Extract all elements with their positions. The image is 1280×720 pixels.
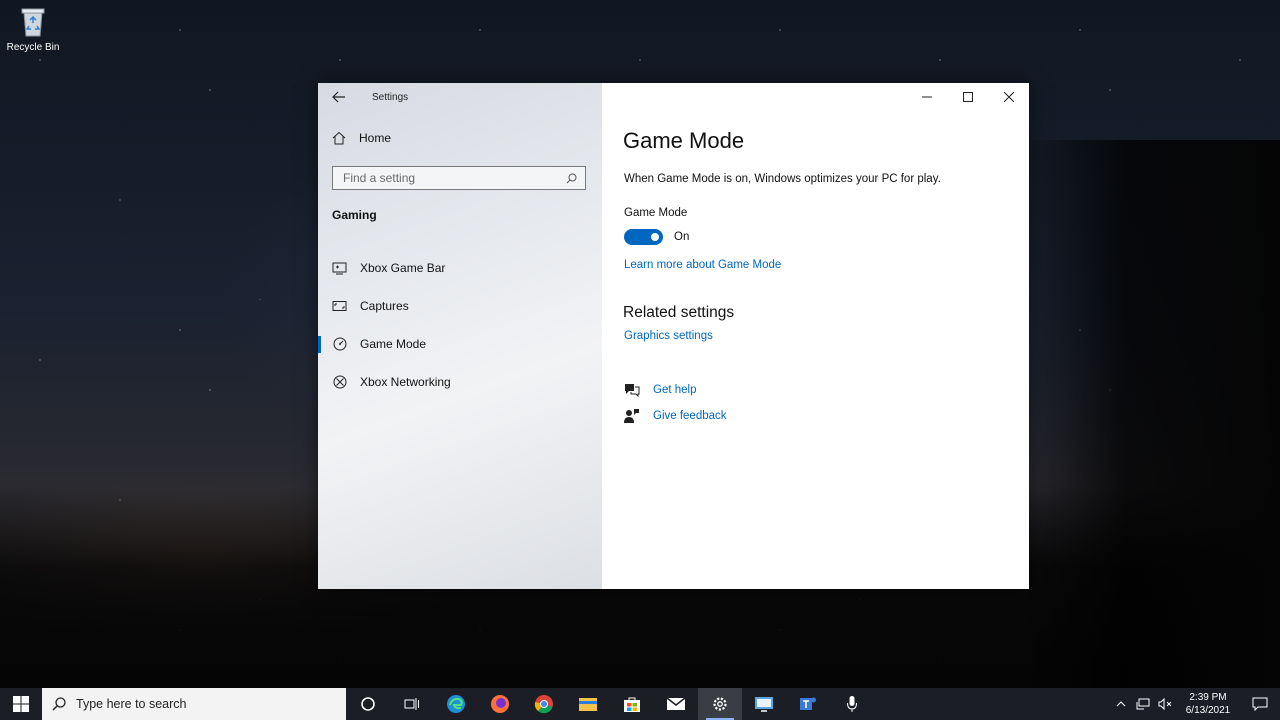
- give-feedback-icon: [624, 409, 639, 423]
- show-hidden-icons-button[interactable]: [1110, 688, 1132, 720]
- remote-desktop-button[interactable]: [742, 688, 786, 720]
- home-nav-item[interactable]: Home: [332, 131, 391, 145]
- store-icon: [624, 697, 640, 712]
- start-button[interactable]: [0, 688, 42, 720]
- teams-button[interactable]: [786, 688, 830, 720]
- settings-taskbar-button[interactable]: [698, 688, 742, 720]
- microphone-icon: [847, 696, 857, 712]
- recycle-bin-label: Recycle Bin: [6, 42, 60, 53]
- settings-sidebar: Settings Home Gaming Xbox Game Bar: [318, 83, 602, 589]
- taskbar-search-box[interactable]: Type here to search: [42, 688, 346, 720]
- microphone-button[interactable]: [830, 688, 874, 720]
- xbox-icon: [332, 375, 347, 390]
- learn-more-link[interactable]: Learn more about Game Mode: [624, 259, 781, 271]
- action-center-button[interactable]: [1240, 688, 1280, 720]
- network-button[interactable]: [1132, 688, 1154, 720]
- chrome-icon: [534, 695, 553, 714]
- file-explorer-icon: [579, 698, 597, 711]
- close-button[interactable]: [988, 83, 1029, 111]
- taskbar-search-placeholder: Type here to search: [76, 697, 187, 711]
- taskbar-clock[interactable]: 2:39 PM 6/13/2021: [1176, 691, 1240, 717]
- chrome-button[interactable]: [522, 688, 566, 720]
- file-explorer-button[interactable]: [566, 688, 610, 720]
- game-mode-icon: [332, 337, 347, 352]
- nav-label: Xbox Game Bar: [360, 261, 446, 275]
- give-feedback-row[interactable]: Give feedback: [624, 408, 727, 423]
- volume-button[interactable]: [1154, 688, 1176, 720]
- edge-button[interactable]: [434, 688, 478, 720]
- nav-label: Captures: [360, 299, 409, 313]
- system-tray: 2:39 PM 6/13/2021: [1110, 688, 1280, 720]
- tree-silhouette-right: [1020, 140, 1280, 688]
- teams-icon: [800, 697, 816, 710]
- settings-search-input[interactable]: [341, 170, 566, 186]
- get-help-icon: [625, 384, 640, 397]
- section-title: Gaming: [332, 208, 377, 222]
- clock-time: 2:39 PM: [1189, 692, 1227, 703]
- game-mode-toggle-label: Game Mode: [624, 207, 688, 219]
- windows-logo-icon: [13, 696, 29, 712]
- remote-desktop-icon: [755, 697, 773, 712]
- cortana-button[interactable]: [346, 688, 390, 720]
- search-icon: [52, 697, 66, 711]
- minimize-button[interactable]: [906, 83, 947, 111]
- maximize-icon: [962, 92, 973, 102]
- nav-item-captures[interactable]: Captures: [318, 287, 602, 325]
- chevron-up-icon: [1116, 701, 1126, 707]
- edge-icon: [447, 695, 465, 713]
- settings-content: Game Mode When Game Mode is on, Windows …: [602, 83, 1029, 589]
- search-icon: [566, 173, 577, 183]
- taskbar-apps: [346, 688, 874, 720]
- captures-icon: [332, 299, 347, 314]
- toggle-state-label: On: [674, 231, 690, 243]
- task-view-icon: [404, 698, 419, 710]
- recycle-bin-icon: [18, 6, 48, 38]
- page-title: Game Mode: [623, 128, 745, 153]
- nav-item-xbox-game-bar[interactable]: Xbox Game Bar: [318, 249, 602, 287]
- settings-search-box[interactable]: [332, 166, 586, 190]
- home-icon: [332, 131, 346, 145]
- taskbar: Type here to search 2:39 PM 6/13/2021: [0, 688, 1280, 720]
- network-icon: [1136, 698, 1150, 710]
- firefox-button[interactable]: [478, 688, 522, 720]
- cortana-icon: [361, 697, 375, 711]
- store-button[interactable]: [610, 688, 654, 720]
- game-mode-toggle-row: On: [624, 229, 689, 245]
- nav-item-game-mode[interactable]: Game Mode: [318, 325, 602, 363]
- window-controls: [906, 83, 1029, 111]
- mail-icon: [666, 697, 686, 710]
- app-title: Settings: [372, 91, 409, 103]
- notification-icon: [1252, 697, 1268, 711]
- home-label: Home: [359, 131, 392, 145]
- firefox-icon: [491, 695, 509, 713]
- title-bar: Settings: [318, 83, 602, 111]
- get-help-row[interactable]: Get help: [624, 383, 696, 397]
- mail-button[interactable]: [654, 688, 698, 720]
- back-button[interactable]: [318, 83, 360, 111]
- close-icon: [1003, 92, 1014, 102]
- toggle-knob: [651, 233, 659, 241]
- nav-label: Xbox Networking: [360, 375, 451, 389]
- nav-label: Game Mode: [360, 337, 427, 351]
- settings-window: Settings Home Gaming Xbox Game Bar: [318, 83, 1029, 589]
- get-help-link[interactable]: Get help: [653, 384, 696, 396]
- task-view-button[interactable]: [390, 688, 434, 720]
- gaming-nav: Xbox Game Bar Captures Game Mode Xbox Ne…: [318, 249, 602, 401]
- nav-item-xbox-networking[interactable]: Xbox Networking: [318, 363, 602, 401]
- maximize-button[interactable]: [947, 83, 988, 111]
- volume-muted-icon: [1158, 698, 1172, 710]
- clock-date: 6/13/2021: [1185, 705, 1231, 716]
- xbox-game-bar-icon: [332, 261, 347, 276]
- related-settings-title: Related settings: [623, 304, 735, 321]
- recycle-bin-shortcut[interactable]: Recycle Bin: [4, 6, 62, 53]
- give-feedback-link[interactable]: Give feedback: [653, 410, 727, 422]
- page-description: When Game Mode is on, Windows optimizes …: [624, 173, 941, 185]
- minimize-icon: [921, 96, 932, 98]
- game-mode-toggle[interactable]: [624, 229, 663, 245]
- back-arrow-icon: [332, 91, 345, 103]
- settings-icon: [713, 697, 727, 711]
- graphics-settings-link[interactable]: Graphics settings: [624, 330, 713, 342]
